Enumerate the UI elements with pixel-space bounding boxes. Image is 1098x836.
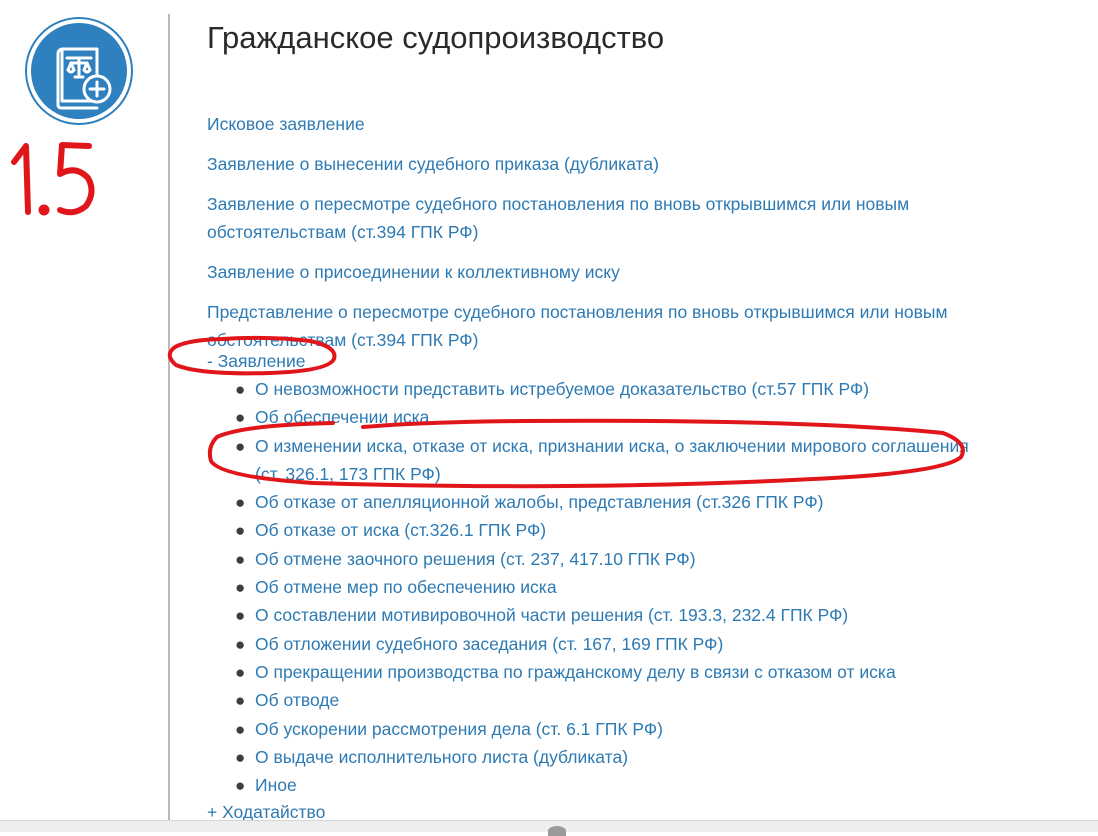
handwritten-number-annotation (11, 142, 95, 216)
list-item: ● Об отказе от апелляционной жалобы, пред… (235, 489, 995, 517)
statement-item-link[interactable]: О невозможности представить истребуемое … (255, 379, 869, 399)
list-item: ● Иное (235, 772, 995, 800)
statement-item-link[interactable]: Иное (255, 775, 297, 795)
statement-item-link[interactable]: О составлении мотивировочной части решен… (255, 605, 848, 625)
bullet-icon: ● (235, 436, 246, 456)
bullet-icon: ● (235, 634, 246, 654)
list-item: ● О невозможности представить истребуемое… (235, 376, 995, 404)
bullet-icon: ● (235, 380, 246, 399)
statement-item-link[interactable]: Об отказе от иска (ст.326.1 ГПК РФ) (255, 520, 546, 540)
statement-item-link[interactable]: Об ускорении рассмотрения дела (ст. 6.1 … (255, 719, 663, 739)
list-item: ● О изменении иска, отказе от иска, призн… (235, 433, 995, 490)
statement-items-list: ● О невозможности представить истребуемое… (235, 376, 995, 800)
statement-section-toggle[interactable]: - Заявление (207, 348, 305, 374)
list-item: ● Об отводе (235, 687, 995, 715)
bullet-icon: ● (235, 747, 246, 767)
bullet-icon: ● (235, 719, 246, 739)
bullet-icon: ● (235, 521, 246, 541)
link-claim-statement[interactable]: Исковое заявление (207, 114, 365, 134)
list-item: Исковое заявление (207, 111, 1037, 139)
bullet-icon: ● (235, 408, 246, 428)
statement-item-link[interactable]: Об обеспечении иска (255, 407, 429, 427)
statement-item-link[interactable]: Об отложении судебного заседания (ст. 16… (255, 634, 723, 654)
list-item: ● О составлении мотивировочной части реше… (235, 602, 995, 630)
link-class-action-join[interactable]: Заявление о присоединении к коллективном… (207, 262, 620, 282)
list-item: ● О выдаче исполнительного листа (дублика… (235, 744, 995, 772)
link-court-order-application[interactable]: Заявление о вынесении судебного приказа … (207, 154, 659, 174)
statement-item-link[interactable]: О прекращении производства по гражданско… (255, 662, 896, 682)
scroll-knob[interactable] (548, 826, 566, 836)
statement-item-link[interactable]: О изменении иска, отказе от иска, призна… (255, 436, 969, 484)
link-review-representation[interactable]: Представление о пересмотре судебного пос… (207, 302, 948, 350)
list-item: Заявление о присоединении к коллективном… (207, 259, 1037, 287)
bullet-icon: ● (235, 578, 246, 598)
list-item: ● Об ускорении рассмотрения дела (ст. 6.1… (235, 716, 995, 744)
list-item: ● Об отмене мер по обеспечению иска (235, 574, 995, 602)
law-book-icon (31, 23, 127, 119)
statement-item-link[interactable]: Об отказе от апелляционной жалобы, предс… (255, 492, 823, 512)
civil-procedure-logo (25, 17, 133, 125)
list-item: ● Об отмене заочного решения (ст. 237, 41… (235, 546, 995, 574)
list-item: ● Об обеспечении иска (235, 404, 995, 432)
page-title: Гражданское судопроизводство (207, 20, 665, 55)
document-links-list: Исковое заявление Заявление о вынесении … (207, 111, 1037, 367)
statement-item-link[interactable]: Об отводе (255, 690, 339, 710)
statement-item-link[interactable]: Об отмене заочного решения (ст. 237, 417… (255, 549, 696, 569)
list-item: Заявление о пересмотре судебного постано… (207, 191, 1037, 247)
statement-item-link[interactable]: Об отмене мер по обеспечению иска (255, 577, 557, 597)
list-item: Заявление о вынесении судебного приказа … (207, 151, 1037, 179)
bullet-icon: ● (235, 662, 246, 682)
statement-item-link[interactable]: О выдаче исполнительного листа (дубликат… (255, 747, 628, 767)
bullet-icon: ● (235, 549, 246, 569)
list-item: ● О прекращении производства по гражданск… (235, 659, 995, 687)
bullet-icon: ● (235, 493, 246, 513)
bullet-icon: ● (235, 606, 246, 626)
bullet-icon: ● (235, 776, 246, 796)
bullet-icon: ● (235, 691, 246, 711)
vertical-divider (168, 14, 170, 820)
list-item: ● Об отложении судебного заседания (ст. 1… (235, 631, 995, 659)
link-review-application[interactable]: Заявление о пересмотре судебного постано… (207, 194, 909, 242)
list-item: Представление о пересмотре судебного пос… (207, 299, 1037, 355)
list-item: ● Об отказе от иска (ст.326.1 ГПК РФ) (235, 517, 995, 545)
